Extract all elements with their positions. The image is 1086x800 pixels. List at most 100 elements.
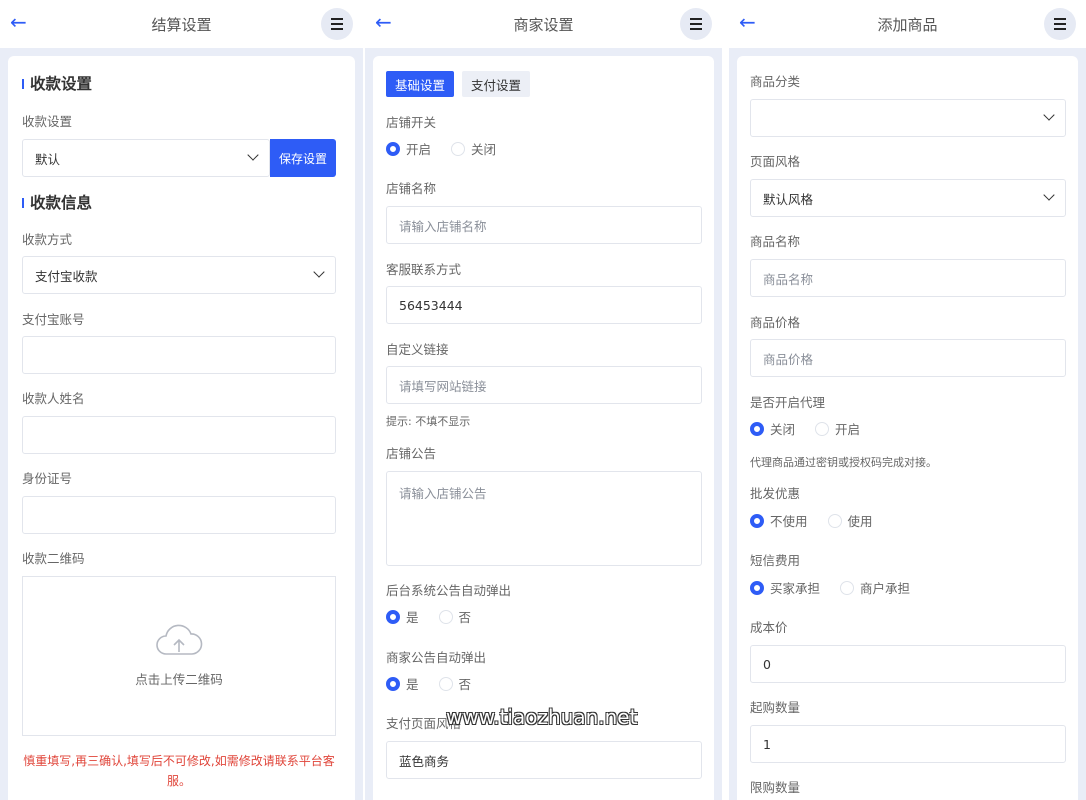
radio-dot [438, 609, 453, 624]
wholesale-label: 批发优惠 [750, 486, 801, 501]
min-quantity-input[interactable]: 1 [750, 725, 1066, 763]
merchant-popup-label: 商家公告自动弹出 [386, 650, 487, 665]
payee-name-input[interactable] [22, 416, 336, 454]
agent-label: 是否开启代理 [750, 395, 826, 410]
qr-upload-area[interactable]: 点击上传二维码 [22, 576, 336, 736]
header: ← 商家设置 [365, 0, 722, 48]
product-name-input[interactable]: 商品名称 [750, 259, 1066, 297]
shop-switch-label: 店铺开关 [386, 115, 437, 130]
contact-input[interactable]: 56453444 [386, 286, 702, 324]
radio-dot [386, 141, 400, 156]
radio-merchant[interactable]: 商户承担 [840, 578, 910, 597]
tab-payment-settings[interactable]: 支付设置 [462, 71, 531, 97]
chevron-down-icon [247, 149, 259, 161]
radio-off[interactable]: 关闭 [451, 139, 496, 158]
upload-text: 点击上传二维码 [135, 672, 223, 687]
alipay-account-input[interactable] [22, 336, 336, 374]
arrow-left-icon[interactable]: ← [10, 12, 27, 32]
radio-off[interactable]: 关闭 [750, 419, 795, 438]
header: ← 添加商品 [729, 0, 1086, 48]
category-label: 商品分类 [750, 74, 801, 89]
settings-card: 商品分类 页面风格 默认风格 商品名称 商品名称 商品价格 商品价格 是否开启代… [737, 56, 1078, 800]
wholesale-radios: 不使用 使用 [750, 511, 873, 530]
cloud-upload-icon [154, 624, 204, 661]
page-style-label: 页面风格 [750, 154, 801, 169]
system-popup-label: 后台系统公告自动弹出 [386, 583, 512, 598]
radio-on[interactable]: 开启 [815, 419, 860, 438]
settings-tabs: 基础设置 支付设置 [386, 71, 531, 97]
radio-dot [827, 513, 842, 528]
product-name-label: 商品名称 [750, 234, 801, 249]
chevron-down-icon [1043, 109, 1055, 121]
hamburger-menu-icon[interactable] [321, 8, 353, 40]
collect-setting-select[interactable]: 默认 [22, 139, 270, 177]
tab-basic-settings[interactable]: 基础设置 [386, 71, 455, 97]
shop-name-input[interactable]: 请输入店铺名称 [386, 206, 702, 244]
page-title: 结算设置 [151, 15, 212, 34]
page-title: 添加商品 [877, 15, 938, 34]
radio-dot [840, 580, 855, 595]
sms-fee-label: 短信费用 [750, 553, 801, 568]
radio-yes[interactable]: 是 [386, 607, 419, 626]
custom-link-input[interactable]: 请填写网站链接 [386, 366, 702, 404]
radio-dot [750, 421, 764, 436]
shop-switch-radios: 开启 关闭 [386, 139, 496, 158]
hamburger-menu-icon[interactable] [680, 8, 712, 40]
radio-on[interactable]: 开启 [386, 139, 431, 158]
payee-name-label: 收款人姓名 [22, 391, 85, 406]
radio-no[interactable]: 否 [438, 674, 471, 693]
category-select[interactable] [750, 99, 1066, 137]
page-title: 商家设置 [513, 15, 574, 34]
settlement-settings-panel: ← 结算设置 收款设置 收款设置 默认 保存设置 收款信息 收款方式 支付宝收款… [0, 0, 363, 800]
watermark: www.tiaozhuan.net [446, 705, 638, 729]
min-quantity-label: 起购数量 [750, 700, 801, 715]
hamburger-menu-icon[interactable] [1044, 8, 1076, 40]
system-popup-radios: 是 否 [386, 607, 471, 626]
chevron-down-icon [1043, 189, 1055, 201]
limit-quantity-label: 限购数量 [750, 780, 801, 795]
radio-use[interactable]: 使用 [827, 511, 873, 530]
settings-card: 收款设置 收款设置 默认 保存设置 收款信息 收款方式 支付宝收款 支付宝账号 … [8, 56, 355, 800]
radio-buyer[interactable]: 买家承担 [750, 578, 820, 597]
pay-style-select[interactable]: 蓝色商务 [386, 741, 702, 779]
merchant-popup-radios: 是 否 [386, 674, 471, 693]
shop-notice-textarea[interactable]: 请输入店铺公告 [386, 471, 702, 566]
radio-no[interactable]: 否 [438, 607, 471, 626]
section-title-info: 收款信息 [22, 193, 92, 213]
id-number-input[interactable] [22, 496, 336, 534]
header: ← 结算设置 [0, 0, 363, 48]
page-style-select[interactable]: 默认风格 [750, 179, 1066, 217]
cost-price-label: 成本价 [750, 620, 788, 635]
warning-text: 慎重填写,再三确认,填写后不可修改,如需修改请联系平台客服。 [23, 754, 335, 788]
merchant-settings-panel: ← 商家设置 基础设置 支付设置 店铺开关 开启 关闭 店铺名称 请输入店铺名称… [365, 0, 722, 800]
section-title-collect: 收款设置 [22, 74, 92, 94]
add-product-panel: ← 添加商品 商品分类 页面风格 默认风格 商品名称 商品名称 商品价格 商品价… [729, 0, 1086, 800]
radio-dot [386, 609, 400, 624]
qr-code-label: 收款二维码 [22, 551, 85, 566]
save-settings-button[interactable]: 保存设置 [270, 139, 336, 177]
arrow-left-icon[interactable]: ← [375, 12, 392, 32]
id-number-label: 身份证号 [22, 471, 73, 486]
collect-setting-label: 收款设置 [22, 114, 73, 129]
contact-label: 客服联系方式 [386, 262, 462, 277]
method-select[interactable]: 支付宝收款 [22, 256, 336, 294]
product-price-input[interactable]: 商品价格 [750, 339, 1066, 377]
method-label: 收款方式 [22, 232, 73, 247]
link-hint: 提示: 不填不显示 [386, 415, 471, 428]
radio-dot [438, 676, 453, 691]
radio-dot [386, 676, 400, 691]
radio-dot [750, 580, 764, 595]
agent-hint: 代理商品通过密钥或授权码完成对接。 [750, 456, 937, 469]
shop-notice-label: 店铺公告 [386, 446, 437, 461]
radio-not-use[interactable]: 不使用 [750, 511, 808, 530]
agent-radios: 关闭 开启 [750, 419, 860, 438]
radio-dot [451, 141, 466, 156]
arrow-left-icon[interactable]: ← [739, 12, 756, 32]
radio-dot [815, 421, 830, 436]
radio-dot [750, 513, 764, 528]
product-price-label: 商品价格 [750, 315, 801, 330]
radio-yes[interactable]: 是 [386, 674, 419, 693]
sms-fee-radios: 买家承担 商户承担 [750, 578, 910, 597]
cost-price-input[interactable]: 0 [750, 645, 1066, 683]
alipay-account-label: 支付宝账号 [22, 312, 85, 327]
